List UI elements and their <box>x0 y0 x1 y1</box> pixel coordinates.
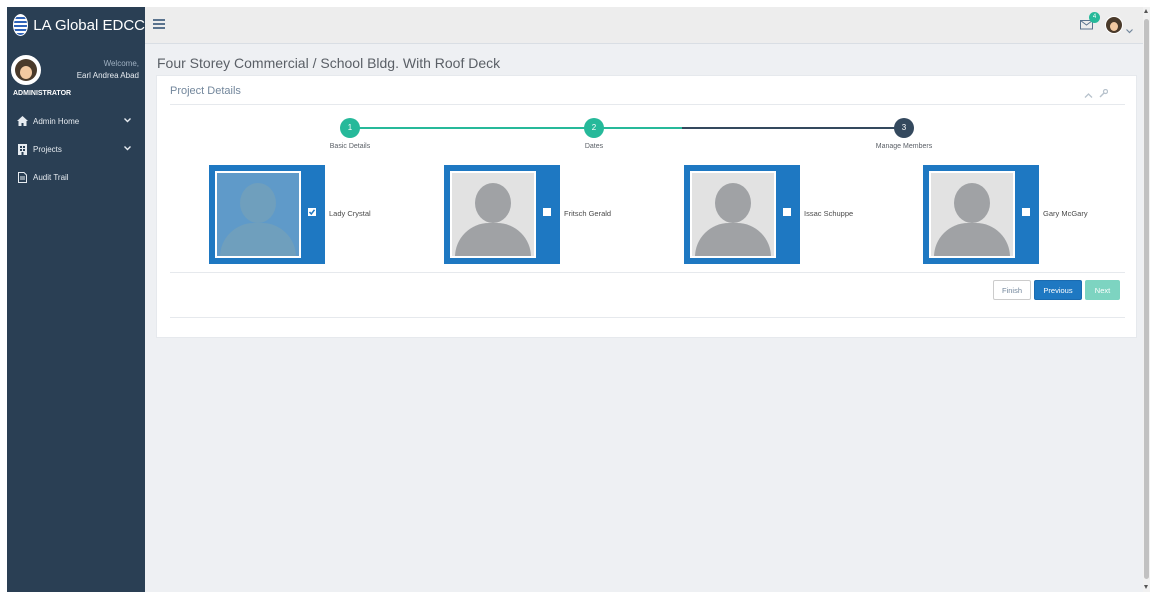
step-connector <box>350 127 595 129</box>
page-title: Four Storey Commercial / School Bldg. Wi… <box>157 55 501 71</box>
step-3-indicator[interactable]: 3 <box>894 118 914 138</box>
home-icon <box>15 116 29 126</box>
sidebar-item-audit-trail[interactable]: Audit Trail <box>7 163 145 191</box>
next-button[interactable]: Next <box>1085 280 1120 300</box>
member-photo <box>929 171 1015 258</box>
scroll-up-arrow-icon[interactable] <box>1144 9 1148 13</box>
scrollbar-thumb[interactable] <box>1144 19 1149 579</box>
member-name: Fritsch Gerald <box>564 209 612 218</box>
profile: Welcome, Earl Andrea Abad ADMINISTRATOR <box>7 51 145 101</box>
step-2-indicator[interactable]: 2 <box>584 118 604 138</box>
sidebar-menu: Admin Home Projects Audit Trail <box>7 107 145 191</box>
caret-down-icon[interactable] <box>1126 21 1134 34</box>
avatar <box>11 55 41 85</box>
step-2-label: Dates <box>584 143 604 150</box>
menu-toggle-icon[interactable] <box>153 19 165 29</box>
chevron-down-icon <box>124 144 131 153</box>
step-3-label: Manage Members <box>875 143 933 150</box>
member-photo <box>450 171 536 258</box>
previous-button[interactable]: Previous <box>1034 280 1082 300</box>
panel-divider <box>170 272 1125 273</box>
top-navbar: 4 <box>145 7 1150 44</box>
sidebar: LA Global EDCC Welcome, Earl Andrea Abad… <box>7 7 145 592</box>
sidebar-item-label: Audit Trail <box>33 172 69 182</box>
member-photo <box>215 171 301 258</box>
user-role: ADMINISTRATOR <box>13 90 72 97</box>
panel-divider <box>170 317 1125 318</box>
member-checkbox[interactable] <box>543 208 551 216</box>
sidebar-item-admin-home[interactable]: Admin Home <box>7 107 145 135</box>
member-card-lady-crystal[interactable] <box>209 165 325 264</box>
member-checkbox[interactable] <box>308 208 316 216</box>
brand[interactable]: LA Global EDCC <box>7 7 145 43</box>
user-menu-avatar[interactable] <box>1105 16 1123 34</box>
user-name: Earl Andrea Abad <box>76 71 139 80</box>
welcome-text: Welcome, <box>103 59 139 68</box>
project-details-panel: Project Details 1 Basic Details 2 Dates … <box>156 75 1137 338</box>
sidebar-item-label: Projects <box>33 144 62 154</box>
member-checkbox[interactable] <box>783 208 791 216</box>
step-1-label: Basic Details <box>329 143 371 150</box>
document-icon <box>15 171 29 183</box>
chevron-down-icon <box>124 116 131 125</box>
finish-button[interactable]: Finish <box>993 280 1031 300</box>
notification-badge: 4 <box>1089 12 1100 23</box>
sidebar-item-projects[interactable]: Projects <box>7 135 145 163</box>
sidebar-item-label: Admin Home <box>33 116 80 126</box>
app-window: LA Global EDCC Welcome, Earl Andrea Abad… <box>7 7 1150 592</box>
member-name: Issac Schuppe <box>804 209 854 218</box>
member-card-fritsch-gerald[interactable] <box>444 165 560 264</box>
page-scrollbar[interactable] <box>1143 7 1150 592</box>
brand-name: LA Global EDCC <box>33 16 145 34</box>
member-name: Gary McGary <box>1043 209 1088 218</box>
globe-logo-icon <box>13 14 29 36</box>
wizard-steps: 1 Basic Details 2 Dates 3 Manage Members <box>157 76 1138 176</box>
member-checkbox[interactable] <box>1022 208 1030 216</box>
building-icon <box>15 143 29 155</box>
step-1-indicator[interactable]: 1 <box>340 118 360 138</box>
member-name: Lady Crystal <box>329 209 371 218</box>
scroll-down-arrow-icon[interactable] <box>1144 585 1148 589</box>
step-connector <box>595 127 905 129</box>
member-photo <box>690 171 776 258</box>
member-card-issac-schuppe[interactable] <box>684 165 800 264</box>
member-card-gary-mcgary[interactable] <box>923 165 1039 264</box>
